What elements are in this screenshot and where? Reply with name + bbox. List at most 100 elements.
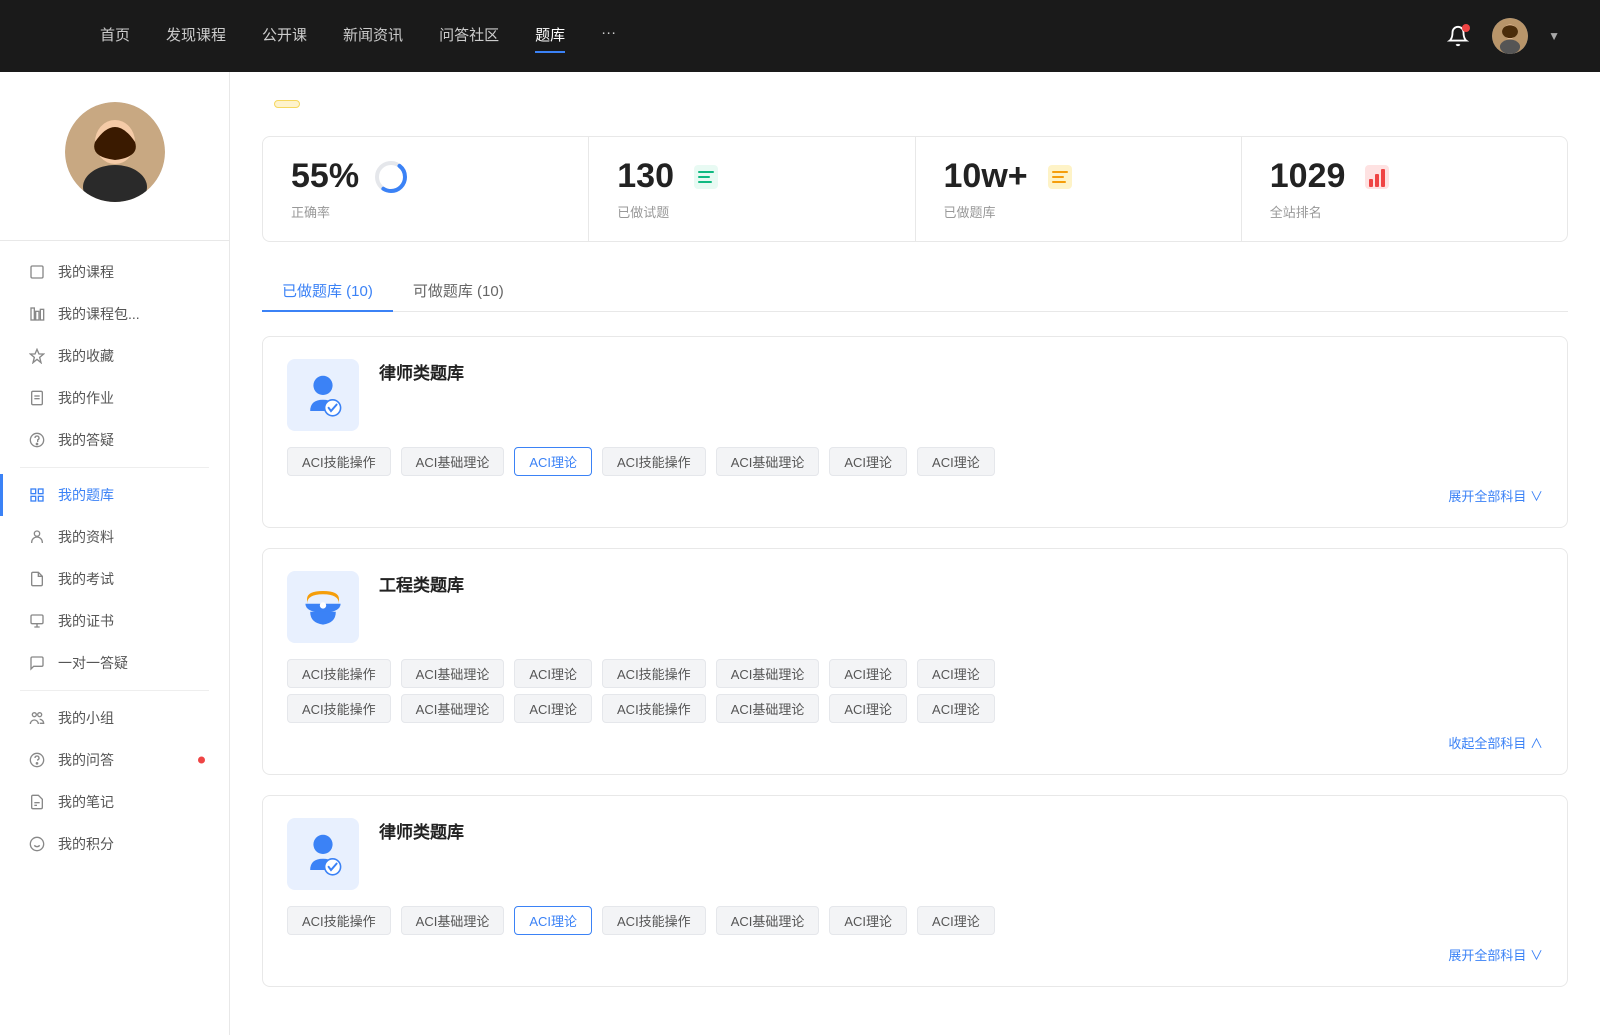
sidebar-item-我的答疑[interactable]: 我的答疑 [0, 419, 229, 461]
note-icon [28, 793, 46, 811]
qbank-card-0: 律师类题库 ACI技能操作ACI基础理论ACI理论ACI技能操作ACI基础理论A… [262, 336, 1568, 528]
expand-link-2[interactable]: 展开全部科目 ∨ [287, 941, 1543, 964]
qbank-info-2: 律师类题库 [379, 818, 464, 847]
avatar-chevron-icon[interactable]: ▼ [1548, 29, 1560, 43]
sidebar-item-label: 我的证书 [58, 611, 114, 631]
nav-link-发现课程[interactable]: 发现课程 [166, 24, 226, 49]
notification-bell[interactable] [1444, 22, 1472, 50]
qbank-icon-2 [287, 818, 359, 890]
sidebar-item-我的课程[interactable]: 我的课程 [0, 251, 229, 293]
main-layout: 我的课程 我的课程包... 我的收藏 我的作业 我的答疑 我的题库 我的资料 我… [0, 72, 1600, 1035]
bar-icon [28, 305, 46, 323]
sidebar-item-我的笔记[interactable]: 我的笔记 [0, 781, 229, 823]
sidebar-item-label: 我的课程 [58, 262, 114, 282]
nav-link-新闻资讯[interactable]: 新闻资讯 [343, 24, 403, 49]
sidebar-item-我的收藏[interactable]: 我的收藏 [0, 335, 229, 377]
sidebar-divider-10 [20, 690, 209, 691]
tag-2-3[interactable]: ACI技能操作 [602, 906, 706, 935]
sidebar-item-label: 我的作业 [58, 388, 114, 408]
stat-value-2: 10w+ [944, 157, 1028, 196]
sidebar-item-我的题库[interactable]: 我的题库 [0, 474, 229, 516]
tag-2-0[interactable]: ACI技能操作 [287, 906, 391, 935]
stat-icon-2 [1042, 159, 1078, 195]
extra-tag-1-3[interactable]: ACI技能操作 [602, 694, 706, 723]
expand-link-0[interactable]: 展开全部科目 ∨ [287, 482, 1543, 505]
sidebar-item-label: 我的积分 [58, 834, 114, 854]
stat-label-0: 正确率 [291, 202, 560, 221]
tab-item-0[interactable]: 已做题库 (10) [262, 270, 393, 311]
tag-1-5[interactable]: ACI理论 [829, 659, 907, 688]
stat-item-0: 55% 正确率 [263, 137, 589, 241]
extra-tag-1-1[interactable]: ACI基础理论 [401, 694, 505, 723]
tag-2-1[interactable]: ACI基础理论 [401, 906, 505, 935]
sidebar-item-我的作业[interactable]: 我的作业 [0, 377, 229, 419]
tag-0-3[interactable]: ACI技能操作 [602, 447, 706, 476]
sidebar-item-我的积分[interactable]: 我的积分 [0, 823, 229, 865]
qbank-cards: 律师类题库 ACI技能操作ACI基础理论ACI理论ACI技能操作ACI基础理论A… [262, 336, 1568, 987]
stat-value-0: 55% [291, 157, 359, 196]
tag-1-4[interactable]: ACI基础理论 [716, 659, 820, 688]
stat-icon-0 [373, 159, 409, 195]
tags-row-0: ACI技能操作 ACI基础理论 ACI理论 ACI技能操作 ACI基础理论 ACI理论 AC… [287, 447, 1543, 476]
doc-icon [28, 389, 46, 407]
tag-1-6[interactable]: ACI理论 [917, 659, 995, 688]
tag-1-0[interactable]: ACI技能操作 [287, 659, 391, 688]
tag-2-4[interactable]: ACI基础理论 [716, 906, 820, 935]
tag-0-1[interactable]: ACI基础理论 [401, 447, 505, 476]
extra-tag-1-2[interactable]: ACI理论 [514, 694, 592, 723]
profile-avatar[interactable] [65, 102, 165, 202]
tag-1-1[interactable]: ACI基础理论 [401, 659, 505, 688]
sidebar-item-我的课程包...[interactable]: 我的课程包... [0, 293, 229, 335]
stat-value-1: 130 [617, 157, 674, 196]
question-icon [28, 431, 46, 449]
extra-tag-1-4[interactable]: ACI基础理论 [716, 694, 820, 723]
extra-tag-1-5[interactable]: ACI理论 [829, 694, 907, 723]
cert-icon [28, 612, 46, 630]
sidebar-item-label: 我的资料 [58, 527, 114, 547]
stat-label-1: 已做试题 [617, 202, 886, 221]
sidebar-item-label: 我的问答 [58, 750, 114, 770]
tag-0-6[interactable]: ACI理论 [917, 447, 995, 476]
sidebar-item-label: 我的题库 [58, 485, 114, 505]
tag-2-5[interactable]: ACI理论 [829, 906, 907, 935]
tags-row-1: ACI技能操作 ACI基础理论 ACI理论 ACI技能操作 ACI基础理论 ACI理论 AC… [287, 659, 1543, 688]
sidebar-item-我的问答[interactable]: 我的问答 [0, 739, 229, 781]
navbar: 首页 发现课程 公开课 新闻资讯 问答社区 题库 ··· ▼ [0, 0, 1600, 72]
sidebar-item-label: 我的笔记 [58, 792, 114, 812]
tag-2-6[interactable]: ACI理论 [917, 906, 995, 935]
star-icon [28, 347, 46, 365]
extra-tags-row-1: ACI技能操作 ACI基础理论 ACI理论 ACI技能操作 ACI基础理论 ACI理论 AC… [287, 694, 1543, 723]
collapse-link-1[interactable]: 收起全部科目 ∧ [287, 729, 1543, 752]
stat-icon-3 [1359, 159, 1395, 195]
qbank-info-1: 工程类题库 [379, 571, 464, 600]
extra-tag-1-0[interactable]: ACI技能操作 [287, 694, 391, 723]
sidebar-item-我的证书[interactable]: 我的证书 [0, 600, 229, 642]
nav-link-公开课[interactable]: 公开课 [262, 24, 307, 49]
qbank-name-1: 工程类题库 [379, 571, 464, 596]
qbank-name-0: 律师类题库 [379, 359, 464, 384]
nav-link-···[interactable]: ··· [601, 24, 616, 49]
sidebar-item-一对一答疑[interactable]: 一对一答疑 [0, 642, 229, 684]
tag-0-0[interactable]: ACI技能操作 [287, 447, 391, 476]
stat-item-2: 10w+ 已做题库 [916, 137, 1242, 241]
group-icon [28, 709, 46, 727]
extra-tag-1-6[interactable]: ACI理论 [917, 694, 995, 723]
nav-link-题库[interactable]: 题库 [535, 24, 565, 49]
nav-link-首页[interactable]: 首页 [100, 24, 130, 49]
tag-2-2[interactable]: ACI理论 [514, 906, 592, 935]
trial-badge [274, 100, 300, 108]
avatar[interactable] [1492, 18, 1528, 54]
tag-0-2[interactable]: ACI理论 [514, 447, 592, 476]
stat-item-3: 1029 全站排名 [1242, 137, 1567, 241]
tag-0-4[interactable]: ACI基础理论 [716, 447, 820, 476]
sidebar-divider-5 [20, 467, 209, 468]
tab-item-1[interactable]: 可做题库 (10) [393, 270, 524, 311]
sidebar-item-我的考试[interactable]: 我的考试 [0, 558, 229, 600]
tag-0-5[interactable]: ACI理论 [829, 447, 907, 476]
sidebar-item-我的资料[interactable]: 我的资料 [0, 516, 229, 558]
nav-link-问答社区[interactable]: 问答社区 [439, 24, 499, 49]
tag-1-3[interactable]: ACI技能操作 [602, 659, 706, 688]
sidebar-item-我的小组[interactable]: 我的小组 [0, 697, 229, 739]
qbank-card-1: 工程类题库 ACI技能操作ACI基础理论ACI理论ACI技能操作ACI基础理论A… [262, 548, 1568, 775]
tag-1-2[interactable]: ACI理论 [514, 659, 592, 688]
